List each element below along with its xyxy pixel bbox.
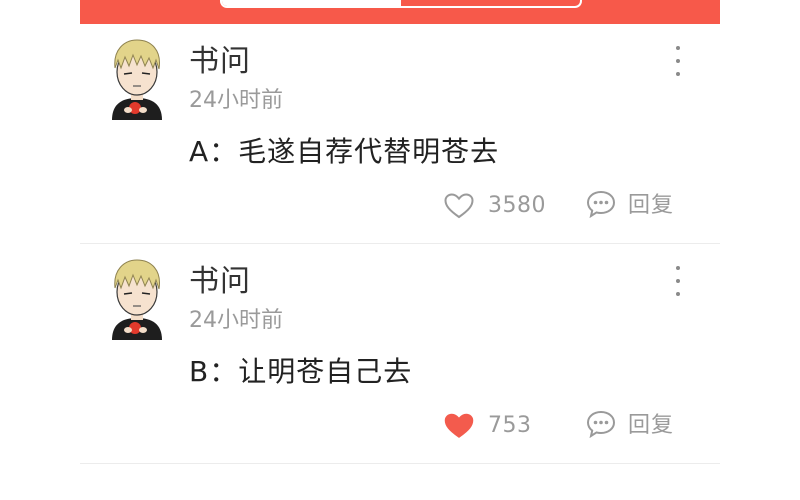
comment-bubble-icon: [586, 190, 616, 222]
comment-item: 书问 24小时前 B：让明苍自己去 753 回复: [80, 244, 720, 464]
segmented-control[interactable]: [220, 0, 582, 8]
reply-button[interactable]: 回复: [586, 190, 674, 222]
segment-left[interactable]: [222, 0, 401, 6]
heart-outline-icon: [444, 193, 474, 219]
more-vertical-icon[interactable]: [668, 46, 688, 76]
reply-label: 回复: [628, 413, 675, 438]
like-count: 753: [488, 413, 532, 438]
comment-text: B：让明苍自己去: [189, 355, 413, 388]
comments-page: 书问 24小时前 A：毛遂自荐代替明苍去 3580 回复 书问 24小时前 B：…: [0, 0, 800, 500]
like-button[interactable]: 3580: [444, 190, 546, 222]
avatar[interactable]: [104, 38, 170, 120]
timestamp: 24小时前: [189, 308, 283, 333]
username[interactable]: 书问: [189, 44, 251, 80]
comment-item: 书问 24小时前 A：毛遂自荐代替明苍去 3580 回复: [80, 24, 720, 244]
divider: [80, 463, 720, 464]
reply-button[interactable]: 回复: [586, 410, 674, 442]
heart-filled-icon: [444, 413, 474, 439]
more-vertical-icon[interactable]: [668, 266, 688, 296]
reply-label: 回复: [628, 193, 675, 218]
header-bar: [80, 0, 720, 24]
timestamp: 24小时前: [189, 88, 283, 113]
like-count: 3580: [488, 193, 546, 218]
segment-right[interactable]: [401, 0, 580, 6]
avatar[interactable]: [104, 258, 170, 340]
comment-text: A：毛遂自荐代替明苍去: [189, 135, 500, 168]
like-button[interactable]: 753: [444, 410, 532, 442]
comment-bubble-icon: [586, 410, 616, 442]
username[interactable]: 书问: [189, 264, 251, 300]
